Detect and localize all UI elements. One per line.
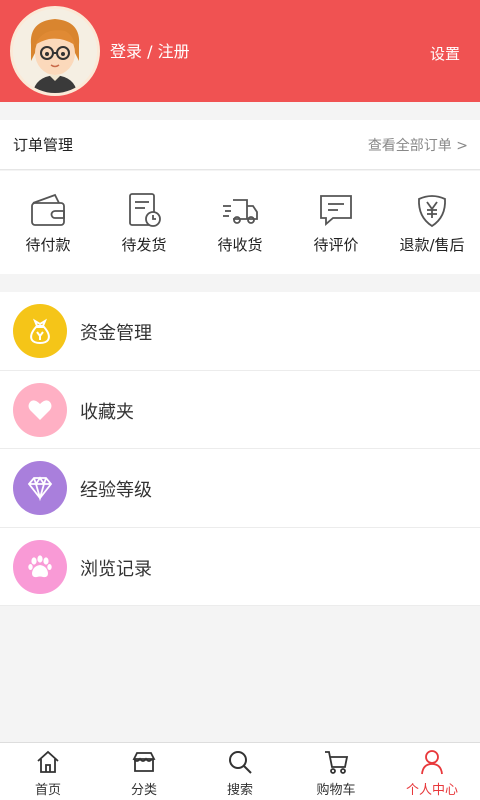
menu-item-history[interactable]: 浏览记录	[0, 528, 480, 606]
order-item-label: 退款/售后	[399, 236, 465, 254]
feature-menu: 资金管理 收藏夹 经验等级 浏览记录	[0, 292, 480, 606]
order-status-row: 待付款 待发货 待收货 待评价 退款/售后	[0, 171, 480, 274]
comment-icon	[320, 195, 352, 226]
cart-icon	[325, 751, 349, 774]
history-icon-circle	[13, 539, 67, 594]
paw-icon	[28, 554, 52, 577]
order-pending-shipment[interactable]: 待发货	[96, 171, 192, 274]
truck-icon	[223, 199, 258, 224]
menu-item-label: 经验等级	[80, 480, 152, 501]
order-item-label: 待评价	[313, 236, 359, 254]
order-management-title: 订单管理	[13, 136, 74, 154]
profile-header: 登录 / 注册 设置	[0, 0, 480, 102]
view-all-orders-link[interactable]: 查看全部订单 >	[368, 135, 468, 155]
order-refund-aftersale[interactable]: 退款/售后	[384, 171, 480, 274]
tab-category[interactable]: 分类	[96, 743, 192, 800]
yen-shield-icon	[418, 195, 446, 228]
menu-item-label: 收藏夹	[80, 401, 134, 423]
person-icon	[421, 750, 443, 775]
level-icon-circle	[13, 461, 67, 515]
order-item-label: 待发货	[121, 236, 167, 254]
search-icon	[229, 751, 252, 774]
avatar-image	[13, 9, 97, 93]
settings-link[interactable]: 设置	[430, 43, 460, 64]
funds-icon-circle	[13, 304, 67, 358]
order-pending-review[interactable]: 待评价	[288, 171, 384, 274]
tab-cart[interactable]: 购物车	[288, 743, 384, 800]
wallet-icon	[31, 193, 65, 226]
category-icon	[132, 752, 156, 772]
tab-profile[interactable]: 个人中心	[384, 743, 480, 800]
order-pending-payment[interactable]: 待付款	[0, 171, 96, 274]
bottom-tab-bar: 首页 分类 搜索 购物车 个人中心	[0, 742, 480, 800]
clipboard-clock-icon	[129, 193, 161, 227]
tab-home[interactable]: 首页	[0, 743, 96, 800]
order-item-label: 待收货	[217, 236, 263, 254]
menu-item-label: 浏览记录	[80, 558, 152, 580]
menu-item-funds[interactable]: 资金管理	[0, 292, 480, 371]
menu-item-favorites[interactable]: 收藏夹	[0, 371, 480, 449]
order-management-header: 订单管理 查看全部订单 >	[0, 120, 480, 170]
tab-label: 购物车	[316, 783, 356, 798]
home-icon	[37, 750, 59, 773]
tab-label: 搜索	[226, 783, 253, 798]
menu-item-level[interactable]: 经验等级	[0, 449, 480, 528]
tab-label: 个人中心	[405, 783, 458, 798]
diamond-icon	[27, 476, 53, 502]
login-register-link[interactable]: 登录 / 注册	[110, 38, 190, 62]
money-bag-icon	[30, 318, 50, 345]
tab-label: 首页	[34, 783, 61, 798]
order-item-label: 待付款	[25, 236, 71, 254]
order-pending-receipt[interactable]: 待收货	[192, 171, 288, 274]
menu-item-label: 资金管理	[80, 323, 152, 344]
favorites-icon-circle	[13, 382, 67, 437]
tab-search[interactable]: 搜索	[192, 743, 288, 800]
tab-label: 分类	[130, 783, 157, 798]
heart-icon	[28, 399, 52, 420]
avatar[interactable]	[10, 6, 100, 96]
